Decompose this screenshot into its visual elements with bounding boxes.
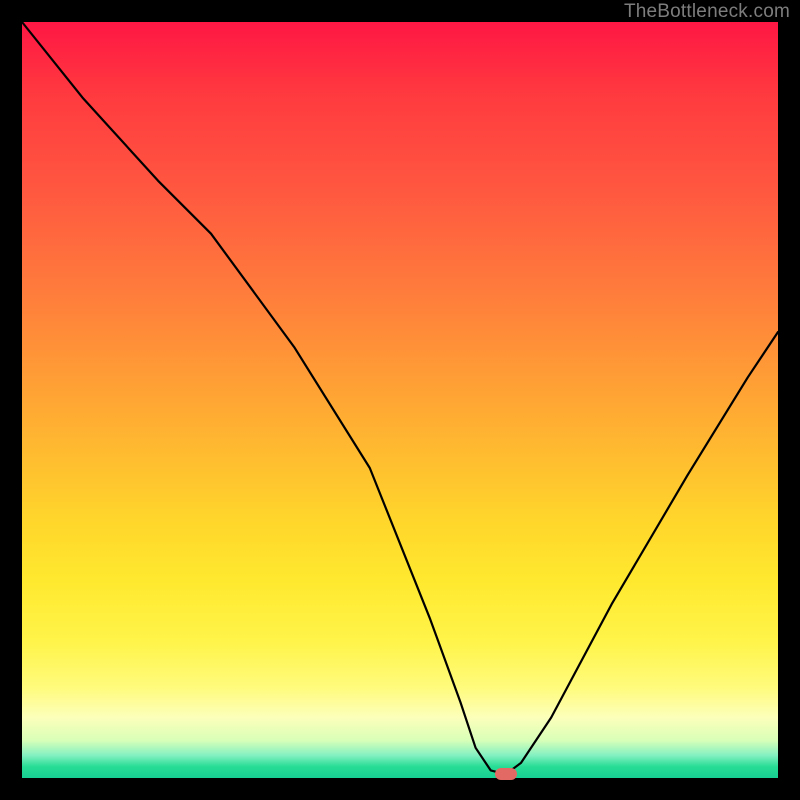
optimal-marker — [495, 768, 517, 780]
curve-path — [22, 22, 778, 774]
watermark-text: TheBottleneck.com — [624, 1, 790, 23]
plot-area — [22, 22, 778, 778]
bottleneck-curve — [22, 22, 778, 778]
chart-frame: TheBottleneck.com — [0, 0, 800, 800]
